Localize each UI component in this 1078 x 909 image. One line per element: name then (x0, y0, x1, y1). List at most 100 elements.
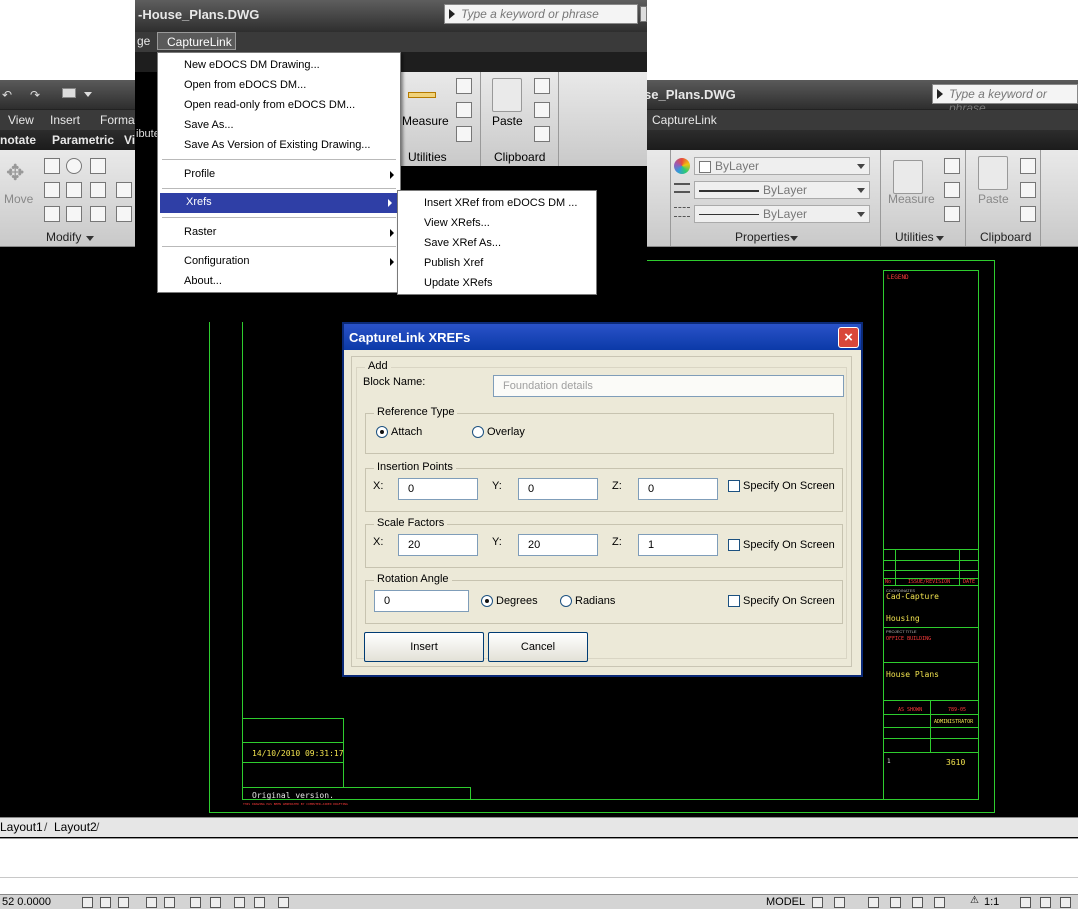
rotate-icon[interactable] (66, 158, 82, 174)
attach-radio[interactable] (376, 426, 388, 438)
move-icon[interactable]: ✥ (6, 160, 24, 186)
menu-item-save-as[interactable]: Save As... (158, 116, 400, 136)
copy-icon[interactable] (44, 158, 60, 174)
quick-select-icon[interactable] (944, 158, 960, 174)
quick-select-icon[interactable] (456, 78, 472, 94)
menu-manage[interactable]: ge (137, 34, 150, 48)
scale-y-field[interactable]: 20 (518, 534, 598, 556)
steering-wheel-icon[interactable] (912, 897, 923, 908)
showmotion-icon[interactable] (934, 897, 945, 908)
rotation-specify-checkbox[interactable] (728, 595, 740, 607)
copy-clip-icon[interactable] (534, 102, 550, 118)
menu-item-configuration[interactable]: Configuration (158, 252, 400, 272)
menu-item-insert-xref[interactable]: Insert XRef from eDOCS DM ... (398, 194, 596, 214)
measure-icon[interactable] (406, 78, 436, 112)
redo-icon[interactable]: ↷ (30, 88, 40, 102)
tab-annotate[interactable]: notate (0, 133, 36, 147)
menu-insert[interactable]: Insert (50, 113, 80, 127)
cancel-button[interactable]: Cancel (488, 632, 588, 662)
overlay-radio[interactable] (472, 426, 484, 438)
cut-icon[interactable] (534, 78, 550, 94)
close-button[interactable]: × (838, 327, 859, 348)
search-input[interactable]: Type a keyword or phrase (932, 84, 1078, 115)
zoom-icon[interactable] (890, 897, 901, 908)
degrees-radio[interactable] (481, 595, 493, 607)
explode-icon[interactable] (66, 206, 82, 222)
menu-format[interactable]: Forma (100, 113, 135, 127)
menu-item-new-edocs-drawing[interactable]: New eDOCS DM Drawing... (158, 56, 400, 76)
panel-clipboard-label[interactable]: Clipboard (980, 230, 1031, 244)
tab-parametric[interactable]: Parametric (52, 133, 114, 147)
menu-item-xrefs[interactable]: Xrefs (160, 193, 398, 213)
print-icon[interactable] (62, 88, 76, 98)
fillet-icon[interactable] (116, 182, 132, 198)
osnap-toggle[interactable] (164, 897, 175, 908)
insertion-x-field[interactable]: 0 (398, 478, 478, 500)
block-name-field[interactable]: Foundation details (493, 375, 844, 397)
menu-item-view-xrefs[interactable]: View XRefs... (398, 214, 596, 234)
color-combo[interactable]: ByLayer (694, 157, 870, 175)
scale-specify-checkbox[interactable] (728, 539, 740, 551)
menu-item-profile[interactable]: Profile (158, 165, 400, 185)
snap-toggle[interactable] (82, 897, 93, 908)
chevron-down-icon[interactable] (84, 92, 92, 97)
menu-item-raster[interactable]: Raster (158, 223, 400, 243)
copy-clip-icon[interactable] (1020, 182, 1036, 198)
tab-layout2[interactable]: Layout2 (54, 820, 97, 834)
lock-icon[interactable] (1040, 897, 1051, 908)
layout-icon[interactable] (812, 897, 823, 908)
annotation-scale[interactable]: 1:1 (984, 896, 999, 908)
gear-icon[interactable] (1060, 897, 1071, 908)
menu-item-open-readonly[interactable]: Open read-only from eDOCS DM... (158, 96, 400, 116)
select-icon[interactable] (456, 102, 472, 118)
scale-icon[interactable] (66, 182, 82, 198)
ducs-toggle[interactable] (210, 897, 221, 908)
insertion-y-field[interactable]: 0 (518, 478, 598, 500)
cut-icon[interactable] (1020, 158, 1036, 174)
menu-capturelink-open[interactable]: CaptureLink (157, 32, 236, 50)
insertion-specify-checkbox[interactable] (728, 480, 740, 492)
pan-icon[interactable] (868, 897, 879, 908)
menu-capturelink[interactable]: CaptureLink (652, 113, 717, 127)
insertion-z-field[interactable]: 0 (638, 478, 718, 500)
measure-icon[interactable] (893, 160, 923, 194)
menu-view[interactable]: View (8, 113, 34, 127)
erase-icon[interactable] (44, 206, 60, 222)
model-button[interactable]: MODEL (766, 896, 805, 908)
dyn-toggle[interactable] (234, 897, 245, 908)
stretch-icon[interactable] (44, 182, 60, 198)
menu-item-update-xrefs[interactable]: Update XRefs (398, 274, 596, 294)
tab-layout1[interactable]: Layout1 (0, 820, 43, 834)
lineweight-combo[interactable]: ByLayer (694, 181, 870, 199)
polar-toggle[interactable] (146, 897, 157, 908)
ortho-toggle[interactable] (118, 897, 129, 908)
calculator-icon[interactable] (456, 126, 472, 142)
mirror-icon[interactable] (90, 182, 106, 198)
viewport-icon[interactable] (834, 897, 845, 908)
menu-item-save-xref-as[interactable]: Save XRef As... (398, 234, 596, 254)
select-icon[interactable] (944, 182, 960, 198)
array-icon[interactable] (90, 206, 106, 222)
insert-button[interactable]: Insert (364, 632, 484, 662)
radians-radio[interactable] (560, 595, 572, 607)
command-line[interactable] (0, 838, 1078, 894)
top-search-input[interactable]: Type a keyword or phrase (444, 4, 638, 24)
paste-icon[interactable] (978, 156, 1008, 190)
menu-item-publish-xref[interactable]: Publish Xref (398, 254, 596, 274)
menu-item-about[interactable]: About... (158, 272, 400, 292)
match-properties-icon[interactable] (1020, 206, 1036, 222)
menu-item-open-from-edocs[interactable]: Open from eDOCS DM... (158, 76, 400, 96)
match-properties-icon[interactable] (534, 126, 550, 142)
calculator-icon[interactable] (944, 206, 960, 222)
qp-toggle[interactable] (278, 897, 289, 908)
color-wheel-icon[interactable] (674, 158, 690, 174)
panel-utilities-label[interactable]: Utilities (895, 230, 934, 244)
undo-icon[interactable]: ↶ (2, 88, 12, 102)
panel-modify-label[interactable]: Modify (46, 230, 81, 244)
panel-utilities-label[interactable]: Utilities (408, 150, 447, 164)
scale-z-field[interactable]: 1 (638, 534, 718, 556)
panel-clipboard-label[interactable]: Clipboard (494, 150, 545, 164)
binoculars-icon[interactable] (640, 6, 647, 22)
arc-icon[interactable] (116, 206, 132, 222)
lineweight-toggle[interactable] (254, 897, 265, 908)
